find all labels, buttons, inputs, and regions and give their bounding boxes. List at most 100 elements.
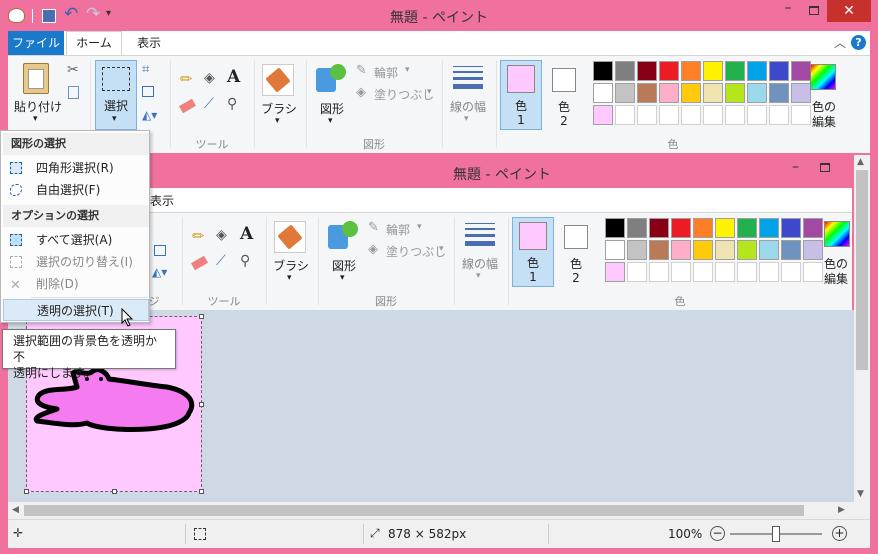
inner-fill-icon[interactable]: ◈ (216, 227, 227, 243)
brushes-dropdown-icon[interactable]: ▾ (275, 116, 280, 126)
palette-swatch[interactable] (593, 105, 613, 125)
inner-eraser-icon[interactable] (191, 255, 208, 271)
palette-swatch[interactable] (693, 262, 713, 282)
palette-swatch[interactable] (693, 218, 713, 238)
brush-icon[interactable] (262, 64, 294, 96)
palette-swatch[interactable] (769, 105, 789, 125)
menu-item-delete[interactable]: ✕ 削除(D) (3, 273, 149, 295)
paste-button[interactable]: 貼り付け (10, 98, 66, 115)
palette-swatch[interactable] (627, 240, 647, 260)
inner-text-icon[interactable]: A (240, 224, 253, 244)
palette-swatch[interactable] (681, 83, 701, 103)
selection-handle[interactable] (112, 489, 117, 494)
palette-swatch[interactable] (659, 105, 679, 125)
edit-colors-icon[interactable] (810, 64, 836, 90)
palette-swatch[interactable] (759, 240, 779, 260)
palette-swatch[interactable] (649, 240, 669, 260)
outline-dropdown-icon[interactable]: ▾ (405, 65, 410, 75)
palette-swatch[interactable] (715, 240, 735, 260)
menu-item-free-select[interactable]: 自由選択(F) (3, 179, 149, 201)
selection-handle[interactable] (24, 489, 29, 494)
fill-shape-button[interactable]: 塗りつぶし (374, 86, 434, 103)
shapes-dropdown-icon[interactable]: ▾ (328, 116, 333, 126)
palette-swatch[interactable] (659, 83, 679, 103)
palette-swatch[interactable] (649, 218, 669, 238)
pencil-icon[interactable]: ✏ (180, 70, 193, 88)
copy-icon[interactable] (68, 86, 79, 99)
inner-outline-button[interactable]: 輪郭 (386, 221, 410, 238)
vertical-scroll-thumb[interactable] (856, 170, 868, 370)
horizontal-scrollbar[interactable]: ◀ ▶ (8, 502, 854, 519)
inner-outline-icon[interactable]: ✎ (368, 220, 379, 235)
palette-swatch[interactable] (803, 218, 823, 238)
palette-swatch[interactable] (759, 218, 779, 238)
inner-maximize-button[interactable] (820, 163, 830, 172)
inner-shapes-button[interactable]: 図形 (324, 257, 364, 274)
selection-handle[interactable] (199, 314, 204, 319)
eraser-icon[interactable] (179, 98, 196, 114)
palette-swatch[interactable] (725, 83, 745, 103)
scroll-up-icon[interactable]: ▲ (857, 157, 864, 167)
inner-rotate-icon[interactable]: ◭▾ (152, 265, 167, 279)
palette-swatch[interactable] (615, 61, 635, 81)
color-picker-icon[interactable]: ⟋ (204, 96, 214, 112)
close-button[interactable]: ✕ (827, 0, 871, 22)
fill-shape-dropdown-icon[interactable]: ▾ (427, 87, 432, 97)
palette-swatch[interactable] (781, 218, 801, 238)
collapse-ribbon-icon[interactable]: ︿ (834, 34, 846, 51)
inner-edit-colors-icon[interactable] (824, 221, 850, 247)
inner-fill-shape-dropdown-icon[interactable]: ▾ (439, 244, 444, 254)
crop-icon[interactable]: ⌗ (142, 62, 149, 77)
tab-view[interactable]: 表示 (124, 31, 174, 55)
palette-swatch[interactable] (781, 262, 801, 282)
palette-swatch[interactable] (703, 83, 723, 103)
zoom-slider-thumb[interactable] (772, 526, 780, 542)
brushes-button[interactable]: ブラシ (258, 100, 300, 117)
color2-button[interactable]: 色 2 (546, 60, 586, 130)
scroll-right-icon[interactable]: ▶ (838, 505, 845, 515)
help-icon[interactable]: ? (851, 35, 866, 50)
palette-swatch[interactable] (671, 218, 691, 238)
palette-swatch[interactable] (715, 262, 735, 282)
horizontal-scroll-thumb[interactable] (24, 505, 804, 516)
palette-swatch[interactable] (737, 240, 757, 260)
selection-handle[interactable] (199, 489, 204, 494)
palette-swatch[interactable] (769, 83, 789, 103)
palette-swatch[interactable] (703, 105, 723, 125)
inner-brush-icon[interactable] (274, 221, 306, 253)
inner-fill-shape-button[interactable]: 塗りつぶし (386, 243, 446, 260)
palette-swatch[interactable] (637, 105, 657, 125)
palette-swatch[interactable] (605, 262, 625, 282)
size-icon[interactable] (453, 66, 483, 90)
palette-swatch[interactable] (725, 61, 745, 81)
palette-swatch[interactable] (627, 262, 647, 282)
palette-swatch[interactable] (605, 240, 625, 260)
palette-swatch[interactable] (769, 61, 789, 81)
fill-shape-icon[interactable]: ◈ (356, 85, 366, 100)
inner-size-icon[interactable] (465, 223, 495, 247)
inner-resize-icon[interactable] (154, 245, 166, 256)
palette-swatch[interactable] (627, 218, 647, 238)
color1-button[interactable]: 色 1 (500, 60, 542, 130)
palette-swatch[interactable] (637, 83, 657, 103)
select-button[interactable]: 選択 ▾ (95, 60, 137, 130)
palette-swatch[interactable] (791, 61, 811, 81)
vertical-scrollbar[interactable]: ▲ ▼ (854, 155, 870, 502)
menu-item-select-all[interactable]: すべて選択(A) (3, 229, 149, 251)
palette-swatch[interactable] (747, 61, 767, 81)
tab-home[interactable]: ホーム (66, 31, 122, 55)
inner-minimize-button[interactable]: – (792, 159, 799, 175)
inner-color1-button[interactable]: 色 1 (512, 217, 554, 287)
size-dropdown-icon[interactable]: ▾ (464, 114, 469, 124)
rotate-icon[interactable]: ◭▾ (142, 108, 157, 122)
paste-dropdown-icon[interactable]: ▾ (33, 114, 38, 124)
palette-swatch[interactable] (605, 218, 625, 238)
palette-swatch[interactable] (615, 83, 635, 103)
shapes-button[interactable]: 図形 (312, 100, 352, 117)
palette-swatch[interactable] (759, 262, 779, 282)
palette-swatch[interactable] (703, 61, 723, 81)
minimize-button[interactable]: – (775, 0, 801, 22)
palette-swatch[interactable] (747, 105, 767, 125)
size-button[interactable]: 線の幅 (444, 98, 492, 115)
palette-swatch[interactable] (747, 83, 767, 103)
